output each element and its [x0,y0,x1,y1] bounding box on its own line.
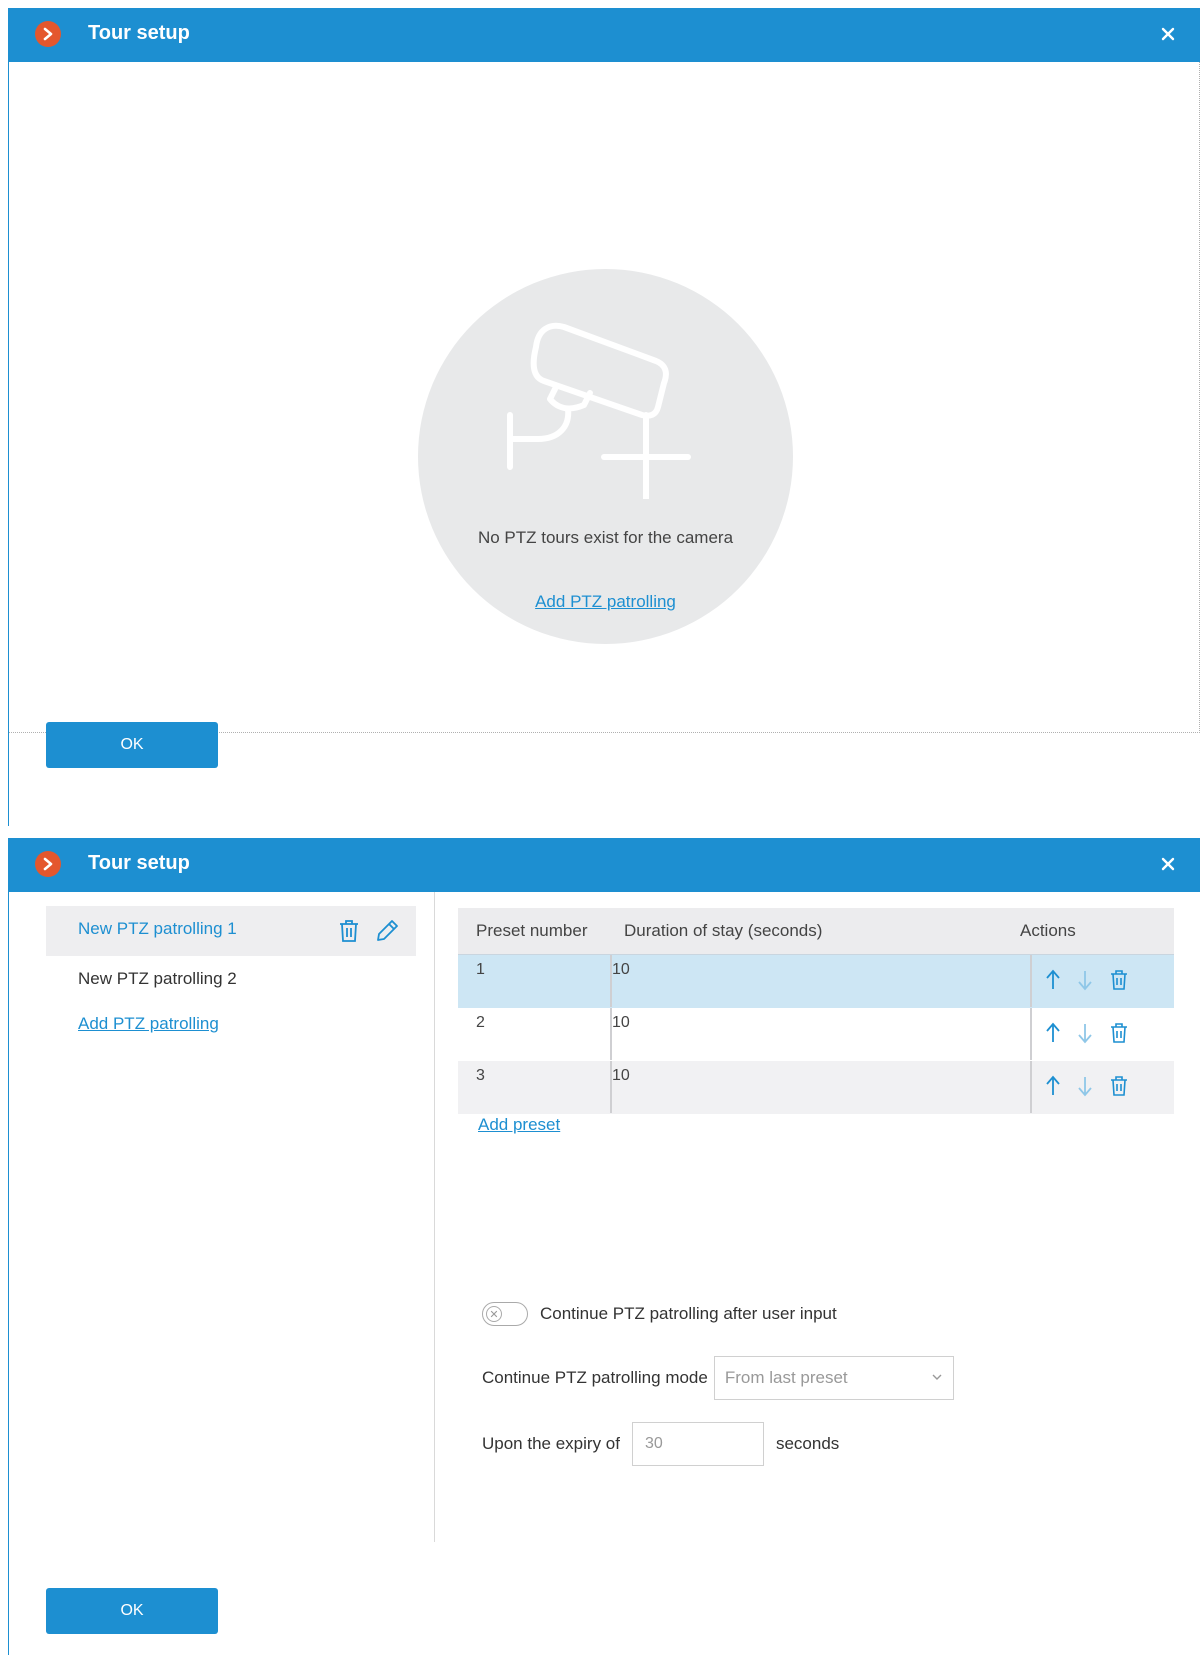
table-row[interactable]: 1 10 [458,955,1174,1008]
arrow-down-icon[interactable] [1078,1022,1092,1044]
continue-patrolling-row: ✕ Continue PTZ patrolling after user inp… [482,1302,837,1326]
app-logo-icon [35,851,61,877]
dialog-content: No PTZ tours exist for the camera Add PT… [8,62,1200,733]
dialog-titlebar: Tour setup [8,8,1200,62]
toggle-off-icon: ✕ [486,1306,502,1322]
ok-button[interactable]: OK [46,722,218,768]
continue-patrolling-label: Continue PTZ patrolling after user input [540,1304,837,1323]
dialog-border [8,892,9,1655]
dialog-border [8,62,9,826]
empty-state: No PTZ tours exist for the camera Add PT… [418,269,793,644]
empty-state-text: No PTZ tours exist for the camera [477,528,734,547]
preset-cell: 3 [476,1067,485,1084]
column-header: Preset number [476,921,588,940]
table-row[interactable]: 3 10 [458,1061,1174,1114]
patrolling-item[interactable]: New PTZ patrolling 2 [46,956,416,1006]
patrolling-mode-row: Continue PTZ patrolling mode From last p… [482,1356,954,1400]
patrolling-list: New PTZ patrolling 1 New PTZ patrolling … [46,906,416,1006]
trash-icon[interactable] [1110,1022,1128,1044]
patrolling-mode-select[interactable]: From last preset [713,1356,954,1400]
patrolling-mode-value: From last preset [724,1368,848,1387]
tour-setup-dialog-list: Tour setup New PTZ patrolling 1 New PTZ … [8,838,1200,1655]
arrow-down-icon[interactable] [1078,1075,1092,1097]
patrolling-item[interactable]: New PTZ patrolling 1 [46,906,416,956]
arrow-up-icon[interactable] [1046,969,1060,991]
dialog-title: Tour setup [88,852,190,874]
preset-cell: 1 [476,961,485,978]
arrow-down-icon[interactable] [1078,969,1092,991]
expiry-row: Upon the expiry of 30 seconds [482,1422,839,1466]
close-icon[interactable] [1154,850,1182,878]
trash-icon[interactable] [1110,1075,1128,1097]
expiry-label: Upon the expiry of [482,1434,620,1453]
close-icon[interactable] [1154,20,1182,48]
trash-icon[interactable] [338,918,360,944]
ptz-camera-add-icon [507,322,691,499]
duration-cell[interactable]: 10 [612,961,630,979]
duration-cell[interactable]: 10 [612,1014,630,1032]
expiry-unit-label: seconds [775,1434,840,1453]
expiry-seconds-input[interactable]: 30 [631,1422,764,1466]
app-logo-icon [35,21,61,47]
column-header: Actions [1020,921,1076,940]
add-ptz-patrolling-link[interactable]: Add PTZ patrolling [535,592,676,611]
column-header: Duration of stay (seconds) [624,921,823,940]
pencil-icon[interactable] [374,918,400,944]
chevron-down-icon [932,1374,942,1380]
patrolling-mode-label: Continue PTZ patrolling mode [482,1368,708,1387]
dialog-title: Tour setup [88,22,190,44]
ok-button[interactable]: OK [46,1588,218,1634]
preset-cell: 2 [476,1014,485,1031]
arrow-up-icon[interactable] [1046,1022,1060,1044]
add-ptz-patrolling-link[interactable]: Add PTZ patrolling [78,1014,219,1034]
panel-divider [434,892,435,1542]
dialog-titlebar: Tour setup [8,838,1200,892]
presets-table: Preset number Duration of stay (seconds)… [458,908,1174,1114]
add-preset-link[interactable]: Add preset [478,1115,560,1135]
continue-patrolling-toggle[interactable]: ✕ [482,1302,528,1326]
trash-icon[interactable] [1110,969,1128,991]
patrolling-name: New PTZ patrolling 1 [78,919,237,938]
table-header: Preset number Duration of stay (seconds)… [458,908,1174,955]
table-row[interactable]: 2 10 [458,1008,1174,1061]
tour-setup-dialog-empty: Tour setup No PTZ tours exist for the ca… [8,8,1200,826]
duration-cell[interactable]: 10 [612,1067,630,1085]
arrow-up-icon[interactable] [1046,1075,1060,1097]
patrolling-name: New PTZ patrolling 2 [78,969,237,988]
